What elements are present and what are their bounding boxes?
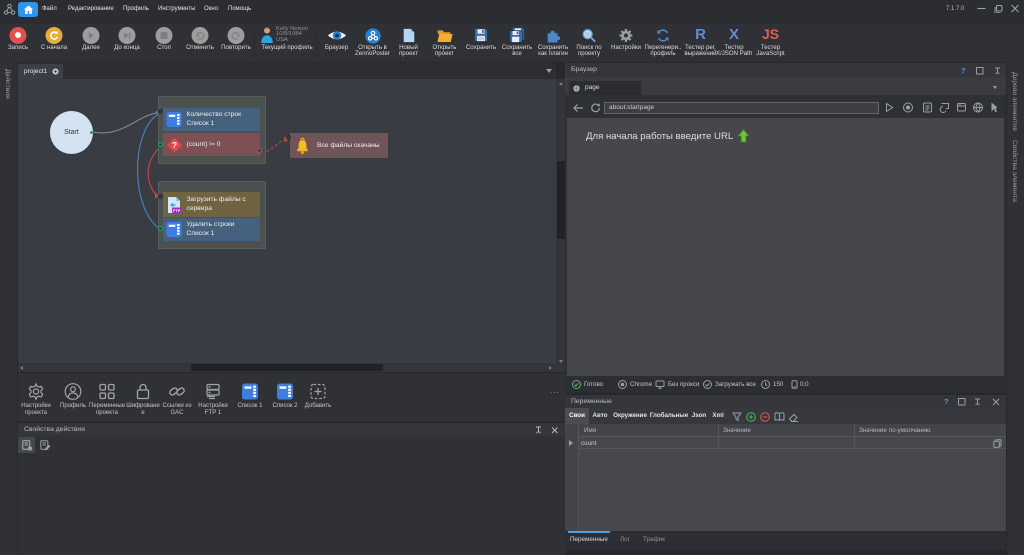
svg-text:?: ? [172, 140, 177, 150]
svg-text:FTP: FTP [173, 207, 181, 212]
